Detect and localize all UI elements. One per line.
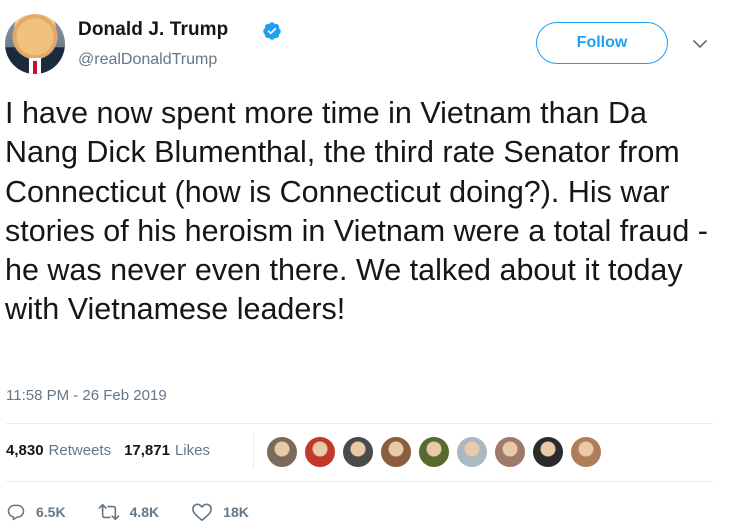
retweets-count[interactable]: 4,830 bbox=[6, 442, 44, 459]
retweets-label[interactable]: Retweets bbox=[49, 442, 112, 459]
avatar[interactable] bbox=[5, 14, 65, 74]
stats-separator bbox=[253, 433, 254, 469]
tweet-stats: 4,830 Retweets 17,871 Likes bbox=[6, 442, 223, 459]
liker-avatar[interactable] bbox=[304, 436, 336, 468]
liker-avatar[interactable] bbox=[570, 436, 602, 468]
retweet-button[interactable]: 4.8K bbox=[98, 502, 160, 522]
reply-button[interactable]: 6.5K bbox=[6, 502, 66, 522]
likes-label[interactable]: Likes bbox=[175, 442, 210, 459]
divider-bottom bbox=[6, 481, 713, 482]
verified-badge-icon bbox=[263, 22, 281, 40]
user-handle[interactable]: @realDonaldTrump bbox=[78, 51, 217, 69]
heart-icon bbox=[192, 503, 213, 521]
liker-avatar[interactable] bbox=[418, 436, 450, 468]
retweet-count: 4.8K bbox=[129, 504, 160, 520]
liker-avatar[interactable] bbox=[494, 436, 526, 468]
like-count: 18K bbox=[223, 504, 249, 520]
liker-avatar[interactable] bbox=[342, 436, 374, 468]
liker-avatar[interactable] bbox=[532, 436, 564, 468]
retweet-icon bbox=[98, 503, 119, 521]
tweet-actions: 6.5K 4.8K 18K bbox=[6, 498, 281, 526]
reply-icon bbox=[7, 504, 25, 521]
tweet-timestamp[interactable]: 11:58 PM - 26 Feb 2019 bbox=[6, 387, 167, 404]
divider-top bbox=[6, 423, 713, 424]
liker-avatar[interactable] bbox=[380, 436, 412, 468]
avatar-tie bbox=[33, 61, 37, 74]
likes-count[interactable]: 17,871 bbox=[124, 442, 170, 459]
follow-button[interactable]: Follow bbox=[536, 22, 668, 64]
liker-avatar[interactable] bbox=[266, 436, 298, 468]
reply-count: 6.5K bbox=[36, 504, 66, 520]
tweet-text: I have now spent more time in Vietnam th… bbox=[5, 96, 708, 327]
chevron-down-icon[interactable] bbox=[692, 38, 708, 50]
display-name[interactable]: Donald J. Trump bbox=[78, 19, 228, 41]
like-button[interactable]: 18K bbox=[191, 502, 249, 522]
liker-avatar[interactable] bbox=[456, 436, 488, 468]
liker-avatars bbox=[266, 436, 608, 468]
